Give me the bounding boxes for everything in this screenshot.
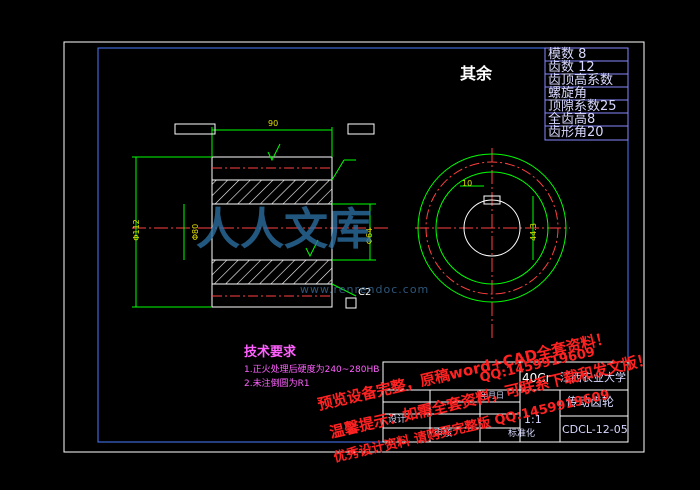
site-logo-watermark: 人人文库 [196,204,372,255]
dim-overall-width: 90 [268,119,279,128]
param-pressure-angle: 齿形角20 [548,125,604,140]
dim-dia-left: Φ112 [131,219,141,241]
titleblock-drawing-no: CDCL-12-05 [562,423,628,436]
tech-req-heading: 技术要求 [244,345,297,360]
dim-keyway-depth: 44.3 [528,223,538,241]
end-view [415,148,570,338]
dim-keyway-width: 10 [462,179,473,188]
surface-note-label: 其余 [460,64,493,83]
tech-req-item-2: 2.未注倒圆为R1 [244,379,310,389]
titleblock-approver: 标准化 [508,429,536,439]
tech-req-item-1: 1.正火处理后硬度为240~280HB [244,365,380,375]
site-url-watermark: www.renrendoc.com [300,283,430,296]
